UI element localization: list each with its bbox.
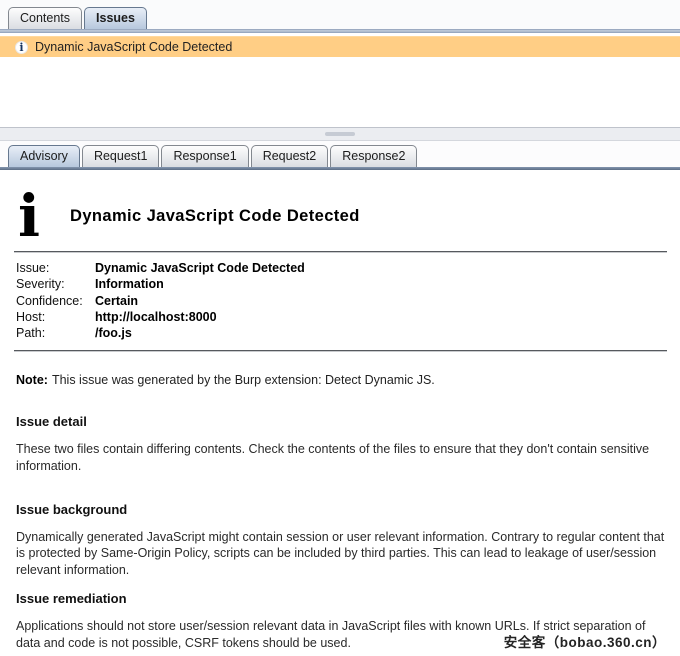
field-value: Information [95, 277, 164, 291]
advisory-header: i Dynamic JavaScript Code Detected [18, 190, 680, 242]
tab-response2-label: Response2 [342, 149, 405, 163]
tab-advisory-label: Advisory [20, 149, 68, 163]
table-row: Issue:Dynamic JavaScript Code Detected [16, 260, 680, 276]
table-row: Confidence:Certain [16, 293, 680, 309]
field-label: Issue: [16, 260, 95, 276]
issues-list-empty-area [0, 57, 680, 127]
field-value: Dynamic JavaScript Code Detected [95, 261, 305, 275]
field-label: Severity: [16, 276, 95, 292]
divider [14, 350, 667, 352]
section-heading: Issue detail [16, 414, 664, 429]
watermark-text: 安全客（bobao.360.cn） [504, 631, 666, 651]
tab-response1[interactable]: Response1 [161, 145, 248, 167]
note-text: This issue was generated by the Burp ext… [52, 373, 435, 387]
field-value: Certain [95, 294, 138, 308]
section-issue-detail: Issue detail These two files contain dif… [0, 414, 680, 475]
info-icon: i [15, 41, 28, 54]
tab-contents-label: Contents [20, 11, 70, 25]
table-row: Host:http://localhost:8000 [16, 309, 680, 325]
table-row: Path:/foo.js [16, 325, 680, 341]
field-value: http://localhost:8000 [95, 310, 217, 324]
section-body: Dynamically generated JavaScript might c… [16, 529, 670, 579]
advisory-panel: i Dynamic JavaScript Code Detected Issue… [0, 190, 680, 652]
section-heading: Issue background [16, 502, 664, 517]
field-label: Confidence: [16, 293, 95, 309]
detail-tabstrip-divider [0, 167, 680, 170]
section-body: These two files contain differing conten… [16, 441, 670, 475]
splitter-grip-icon [325, 132, 355, 136]
tab-response1-label: Response1 [173, 149, 236, 163]
field-value: /foo.js [95, 326, 132, 340]
extension-note: Note: This issue was generated by the Bur… [16, 372, 664, 389]
issue-detail-tabstrip: Advisory Request1 Response1 Request2 Res… [0, 141, 680, 167]
issue-summary-table: Issue:Dynamic JavaScript Code Detected S… [16, 260, 680, 341]
info-icon-glyph: i [19, 42, 23, 53]
tab-issues[interactable]: Issues [84, 7, 147, 29]
note-label: Note: [16, 373, 48, 387]
field-label: Path: [16, 325, 95, 341]
tab-issues-label: Issues [96, 11, 135, 25]
tab-request2[interactable]: Request2 [251, 145, 329, 167]
section-heading: Issue remediation [16, 591, 664, 606]
tab-response2[interactable]: Response2 [330, 145, 417, 167]
tab-request2-label: Request2 [263, 149, 317, 163]
field-label: Host: [16, 309, 95, 325]
burp-issue-window: Contents Issues i Dynamic JavaScript Cod… [0, 0, 680, 652]
tab-request1-label: Request1 [94, 149, 148, 163]
issue-list-row[interactable]: i Dynamic JavaScript Code Detected [0, 36, 680, 57]
section-issue-background: Issue background Dynamically generated J… [0, 502, 680, 579]
contents-issues-tabstrip: Contents Issues [0, 0, 680, 29]
tab-request1[interactable]: Request1 [82, 145, 160, 167]
panel-splitter[interactable] [0, 127, 680, 141]
tab-contents[interactable]: Contents [8, 7, 82, 29]
issue-row-label: Dynamic JavaScript Code Detected [35, 40, 232, 54]
table-row: Severity:Information [16, 276, 680, 292]
advisory-title: Dynamic JavaScript Code Detected [70, 207, 360, 226]
tab-advisory[interactable]: Advisory [8, 145, 80, 167]
information-icon: i [18, 193, 52, 239]
divider [14, 251, 667, 253]
